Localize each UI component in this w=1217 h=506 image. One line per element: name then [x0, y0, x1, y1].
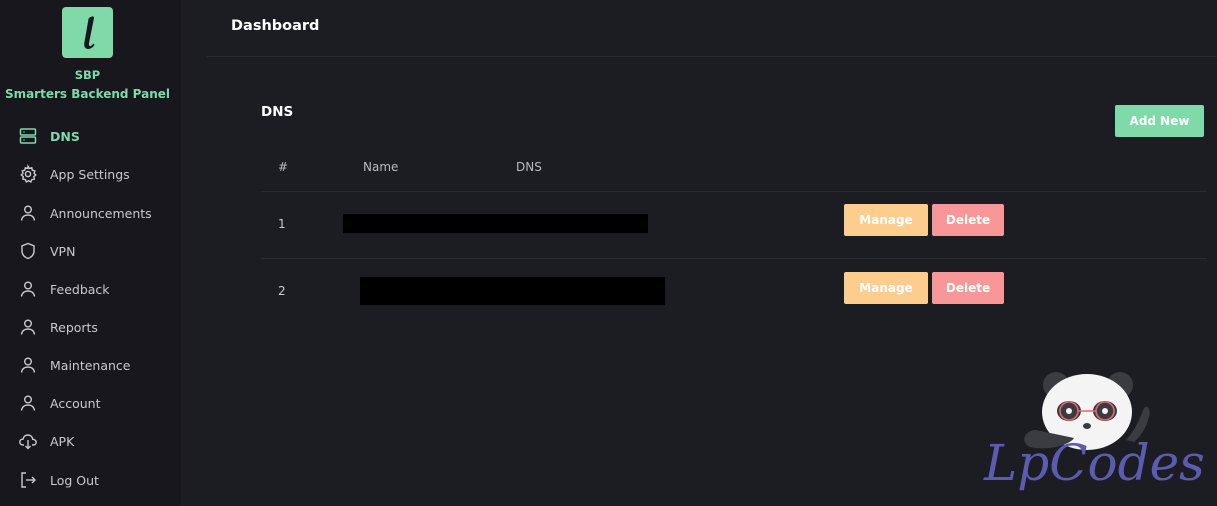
top-header: Dashboard [207, 0, 1217, 57]
sidebar-item-label: Maintenance [50, 357, 131, 373]
redacted-cell [360, 277, 665, 305]
watermark: LpCodes [976, 370, 1206, 504]
table-divider [261, 258, 1207, 259]
page-title: Dashboard [231, 18, 320, 34]
user-icon [18, 355, 38, 375]
sidebar-item-reports[interactable]: Reports [18, 315, 98, 339]
manage-button[interactable]: Manage [844, 204, 928, 236]
cloud-download-icon [18, 431, 38, 451]
redacted-cell [343, 214, 648, 233]
sidebar-item-label: App Settings [50, 166, 130, 182]
sidebar-item-label: Reports [50, 319, 98, 335]
brand-logo[interactable] [62, 7, 113, 58]
shield-icon [18, 241, 38, 261]
brand-full-name: Smarters Backend Panel [4, 87, 171, 101]
row-number: 2 [278, 284, 286, 298]
sidebar-item-label: DNS [50, 128, 80, 144]
delete-button[interactable]: Delete [932, 204, 1004, 236]
watermark-text: LpCodes [983, 434, 1205, 492]
sidebar-item-announcements[interactable]: Announcements [18, 201, 152, 225]
sidebar-item-vpn[interactable]: VPN [18, 239, 75, 263]
sidebar-item-label: Announcements [50, 205, 152, 221]
sidebar-item-feedback[interactable]: Feedback [18, 277, 110, 301]
row-number: 1 [278, 217, 286, 231]
user-icon [18, 279, 38, 299]
column-header-number: # [278, 160, 289, 174]
gear-icon [18, 164, 38, 184]
user-icon [18, 393, 38, 413]
server-icon [18, 126, 38, 146]
brand-short-name: SBP [74, 68, 101, 82]
logout-icon [18, 470, 38, 490]
user-icon [18, 317, 38, 337]
column-header-dns: DNS [516, 160, 542, 174]
sidebar-item-app-settings[interactable]: App Settings [18, 162, 130, 186]
sidebar-item-log-out[interactable]: Log Out [18, 468, 99, 492]
sidebar-item-maintenance[interactable]: Maintenance [18, 353, 131, 377]
section-title: DNS [261, 104, 294, 120]
delete-button[interactable]: Delete [932, 272, 1004, 304]
sidebar-item-label: Log Out [50, 472, 99, 488]
sidebar-item-label: APK [50, 433, 75, 449]
column-header-name: Name [363, 160, 399, 174]
panda-mascot-icon: LpCodes [983, 372, 1205, 492]
sidebar-item-label: Account [50, 395, 101, 411]
sidebar-item-dns[interactable]: DNS [18, 124, 80, 148]
manage-button[interactable]: Manage [844, 272, 928, 304]
table-divider [261, 191, 1207, 192]
sidebar-item-account[interactable]: Account [18, 391, 100, 415]
sidebar-item-label: VPN [50, 243, 76, 259]
user-icon [18, 203, 38, 223]
sidebar: SBP Smarters Backend Panel DNS App Setti… [0, 0, 181, 506]
logo-letter-icon [84, 16, 95, 49]
sidebar-item-apk[interactable]: APK [18, 429, 74, 453]
sidebar-item-label: Feedback [50, 281, 110, 297]
add-new-button[interactable]: Add New [1115, 105, 1204, 137]
